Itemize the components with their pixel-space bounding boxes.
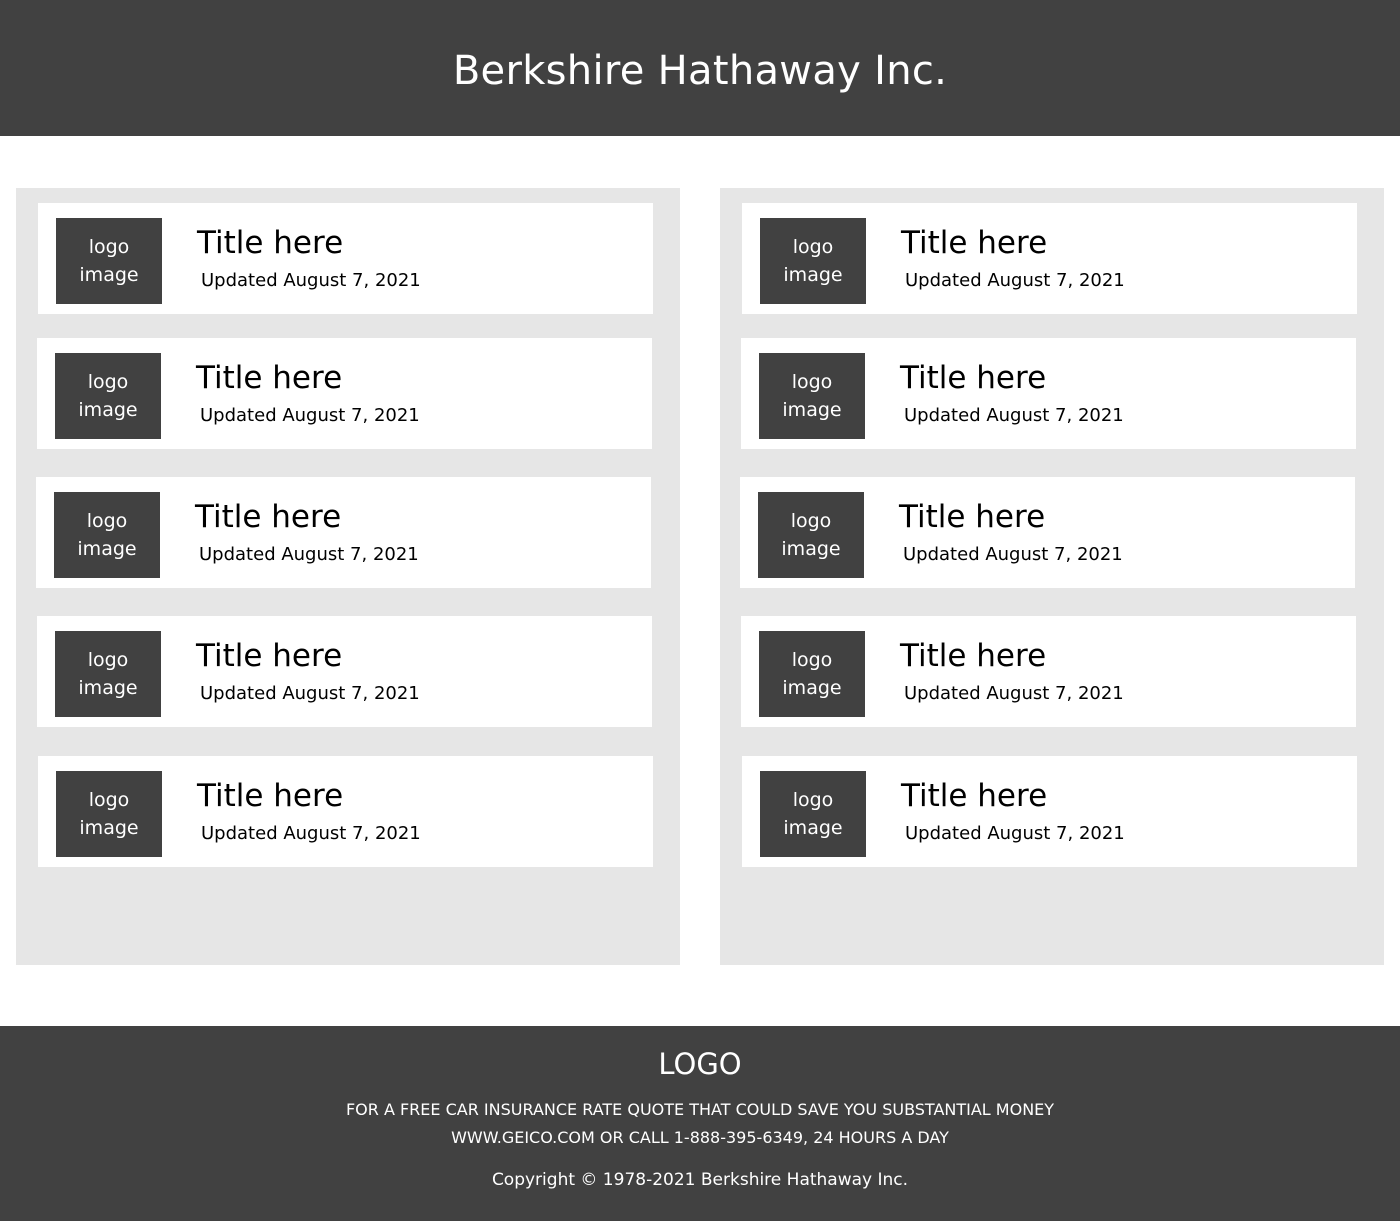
list-item[interactable]: logo image Title here Updated August 7, 2… (740, 477, 1355, 588)
logo-label: logo (87, 371, 129, 393)
footer-copyright: Copyright © 1978-2021 Berkshire Hathaway… (491, 1170, 909, 1190)
logo-image-placeholder: logo image (758, 492, 864, 578)
card-title[interactable]: Title here (197, 223, 343, 263)
list-item[interactable]: logo image Title here Updated August 7, 2… (741, 616, 1356, 727)
card-updated-date: Updated August 7, 2021 (200, 405, 420, 426)
footer-logo[interactable]: LOGO (0, 1046, 1400, 1082)
left-column: logo image Title here Updated August 7, 2… (16, 188, 680, 965)
logo-image-placeholder: logo image (56, 771, 162, 857)
card-updated-date: Updated August 7, 2021 (903, 544, 1123, 565)
logo-label: image (77, 538, 137, 560)
logo-label: logo (791, 649, 833, 671)
logo-label: image (782, 677, 842, 699)
site-footer: LOGO FOR A FREE CAR INSURANCE RATE QUOTE… (0, 1026, 1400, 1221)
list-item[interactable]: logo image Title here Updated August 7, 2… (38, 203, 653, 314)
site-header: Berkshire Hathaway Inc. (0, 0, 1400, 136)
list-item[interactable]: logo image Title here Updated August 7, 2… (37, 338, 652, 449)
logo-label: logo (87, 649, 129, 671)
logo-label: image (781, 538, 841, 560)
list-item[interactable]: logo image Title here Updated August 7, 2… (36, 477, 651, 588)
footer-contact-line: WWW.GEICO.COM OR CALL 1-888-395-6349, 24… (451, 1128, 949, 1147)
card-updated-date: Updated August 7, 2021 (200, 683, 420, 704)
card-title[interactable]: Title here (197, 776, 343, 816)
logo-label: logo (791, 371, 833, 393)
logo-image-placeholder: logo image (759, 353, 865, 439)
logo-image-placeholder: logo image (55, 353, 161, 439)
list-item[interactable]: logo image Title here Updated August 7, 2… (37, 616, 652, 727)
card-updated-date: Updated August 7, 2021 (199, 544, 419, 565)
card-updated-date: Updated August 7, 2021 (904, 683, 1124, 704)
logo-label: logo (790, 510, 832, 532)
logo-image-placeholder: logo image (760, 771, 866, 857)
logo-label: image (79, 817, 139, 839)
logo-label: image (783, 264, 843, 286)
page-title: Berkshire Hathaway Inc. (452, 48, 948, 94)
logo-label: logo (88, 789, 130, 811)
card-title[interactable]: Title here (901, 223, 1047, 263)
card-updated-date: Updated August 7, 2021 (905, 270, 1125, 291)
list-item[interactable]: logo image Title here Updated August 7, 2… (38, 756, 653, 867)
logo-label: logo (88, 236, 130, 258)
card-updated-date: Updated August 7, 2021 (905, 823, 1125, 844)
card-title[interactable]: Title here (901, 776, 1047, 816)
card-title[interactable]: Title here (900, 636, 1046, 676)
right-column: logo image Title here Updated August 7, 2… (720, 188, 1384, 965)
logo-label: logo (792, 789, 834, 811)
footer-promo-line: FOR A FREE CAR INSURANCE RATE QUOTE THAT… (345, 1100, 1055, 1119)
logo-image-placeholder: logo image (760, 218, 866, 304)
logo-label: logo (792, 236, 834, 258)
logo-label: image (79, 264, 139, 286)
logo-label: image (78, 399, 138, 421)
card-title[interactable]: Title here (196, 358, 342, 398)
list-item[interactable]: logo image Title here Updated August 7, 2… (742, 756, 1357, 867)
logo-label: image (78, 677, 138, 699)
card-title[interactable]: Title here (899, 497, 1045, 537)
card-updated-date: Updated August 7, 2021 (904, 405, 1124, 426)
card-updated-date: Updated August 7, 2021 (201, 823, 421, 844)
logo-image-placeholder: logo image (54, 492, 160, 578)
logo-image-placeholder: logo image (56, 218, 162, 304)
list-item[interactable]: logo image Title here Updated August 7, 2… (742, 203, 1357, 314)
card-title[interactable]: Title here (195, 497, 341, 537)
logo-label: image (783, 817, 843, 839)
list-item[interactable]: logo image Title here Updated August 7, 2… (741, 338, 1356, 449)
logo-image-placeholder: logo image (55, 631, 161, 717)
card-title[interactable]: Title here (900, 358, 1046, 398)
card-updated-date: Updated August 7, 2021 (201, 270, 421, 291)
logo-label: image (782, 399, 842, 421)
logo-label: logo (86, 510, 128, 532)
card-title[interactable]: Title here (196, 636, 342, 676)
logo-image-placeholder: logo image (759, 631, 865, 717)
